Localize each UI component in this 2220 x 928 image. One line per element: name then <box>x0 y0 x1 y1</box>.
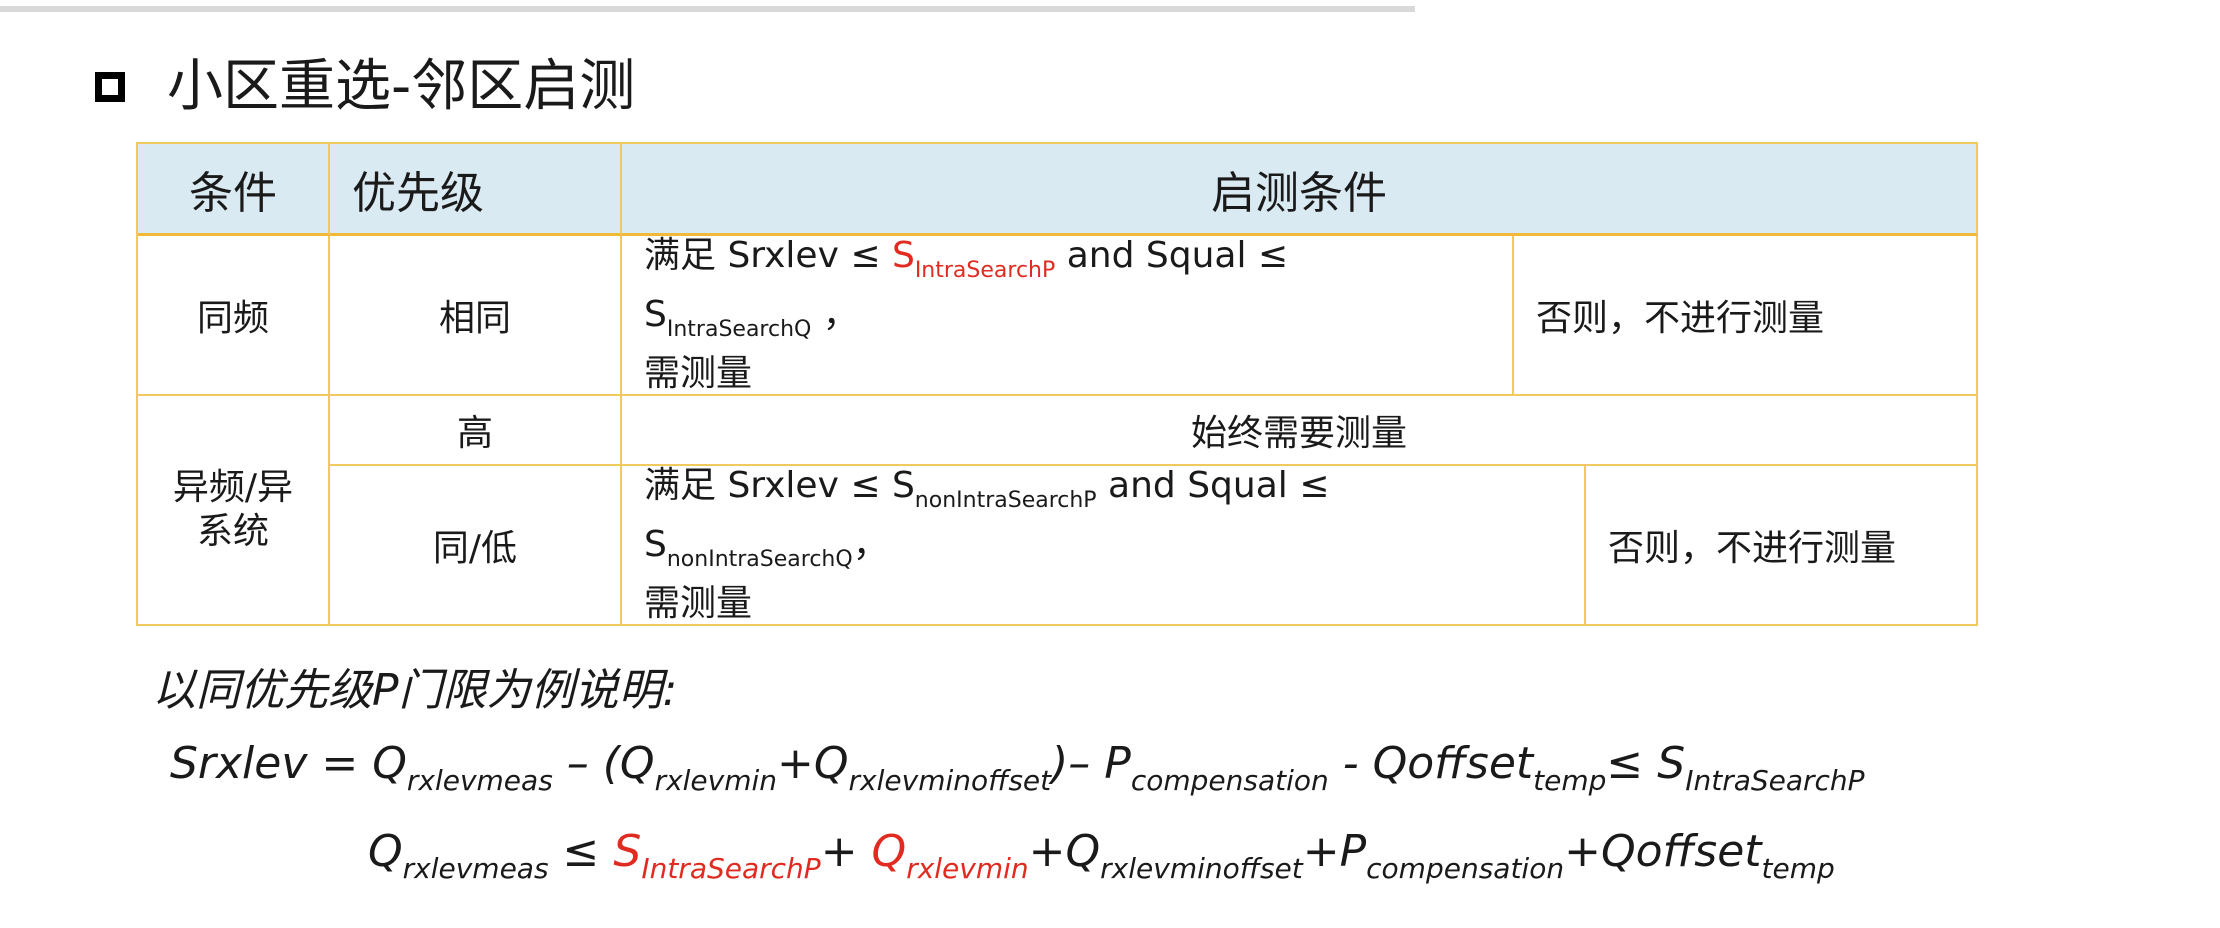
top-divider <box>0 6 1415 12</box>
row-same-otherwise: 否则，不进行测量 <box>1514 236 1978 396</box>
example-note: 以同优先级P门限为例说明: <box>152 665 678 716</box>
row-inter-otherwise: 否则，不进行测量 <box>1586 466 1978 626</box>
srxlev-formula: Srxlev = Qrxlevmeas – (Qrxlevmin+Qrxlevm… <box>170 738 1865 797</box>
qrxlevmeas-formula: Qrxlevmeas ≤ SIntraSearchP+ Qrxlevmin+Qr… <box>368 826 1835 885</box>
header-trigger-condition: 启测条件 <box>622 144 1978 236</box>
row-same-condition: 同频 <box>138 236 330 396</box>
title-row: 小区重选-邻区启测 <box>95 52 635 122</box>
row-inter-condition: 异频/异系统 <box>138 396 330 626</box>
row-inter-low-trigger: 满足 Srxlev ≤ SnonIntraSearchP and Squal ≤… <box>622 465 1586 626</box>
row-same-trigger: 满足 Srxlev ≤ SIntraSearchP and Squal ≤ SI… <box>622 235 1514 396</box>
row-inter-high-text: 始终需要测量 <box>622 396 1978 466</box>
page-title: 小区重选-邻区启测 <box>167 54 636 119</box>
neighbor-measurement-table: 条件 优先级 启测条件 同频 相同 满足 Srxlev ≤ SIntraSear… <box>136 142 1978 626</box>
header-condition: 条件 <box>138 144 330 236</box>
row-inter-high-priority: 高 <box>330 396 622 466</box>
header-priority: 优先级 <box>330 144 622 236</box>
square-bullet-icon <box>95 72 125 102</box>
row-inter-low-priority: 同/低 <box>330 466 622 626</box>
row-same-priority: 相同 <box>330 236 622 396</box>
